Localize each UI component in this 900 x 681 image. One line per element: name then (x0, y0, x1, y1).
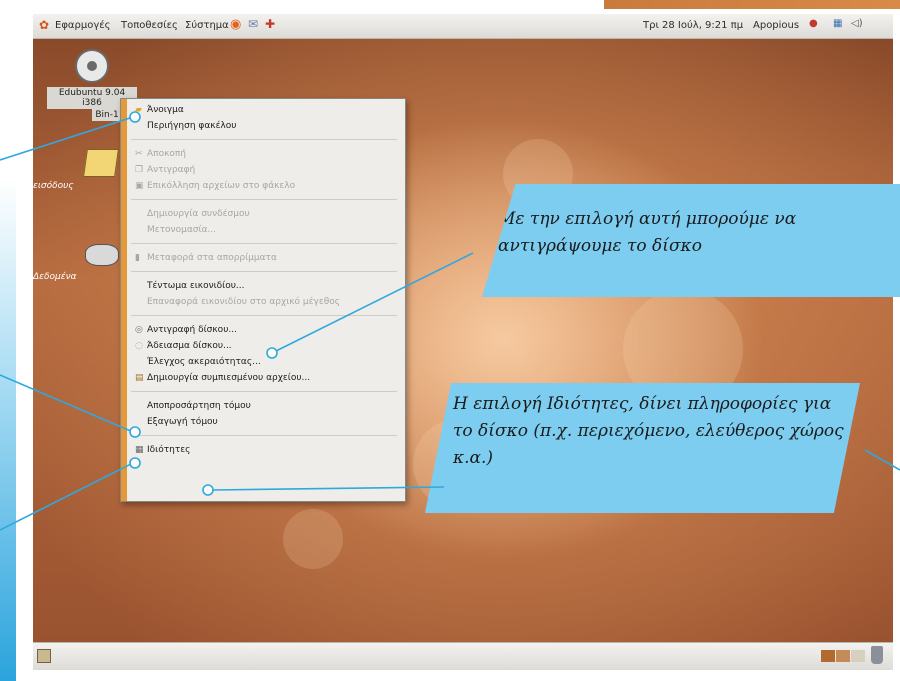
leader-lines (0, 111, 900, 531)
leader-line-open (0, 116, 134, 161)
leader-endpoint-circle (129, 457, 141, 469)
leader-line-properties (211, 486, 445, 491)
leader-endpoint-circle (202, 484, 214, 496)
leader-endpoint-circle (129, 426, 141, 438)
leader-line-unmount (0, 374, 134, 433)
leader-line-right (864, 449, 900, 471)
leader-line-copy-disc (271, 252, 474, 354)
leader-endpoint-circle (129, 111, 141, 123)
leader-endpoint-circle (266, 347, 278, 359)
leader-line-eject (0, 462, 134, 531)
